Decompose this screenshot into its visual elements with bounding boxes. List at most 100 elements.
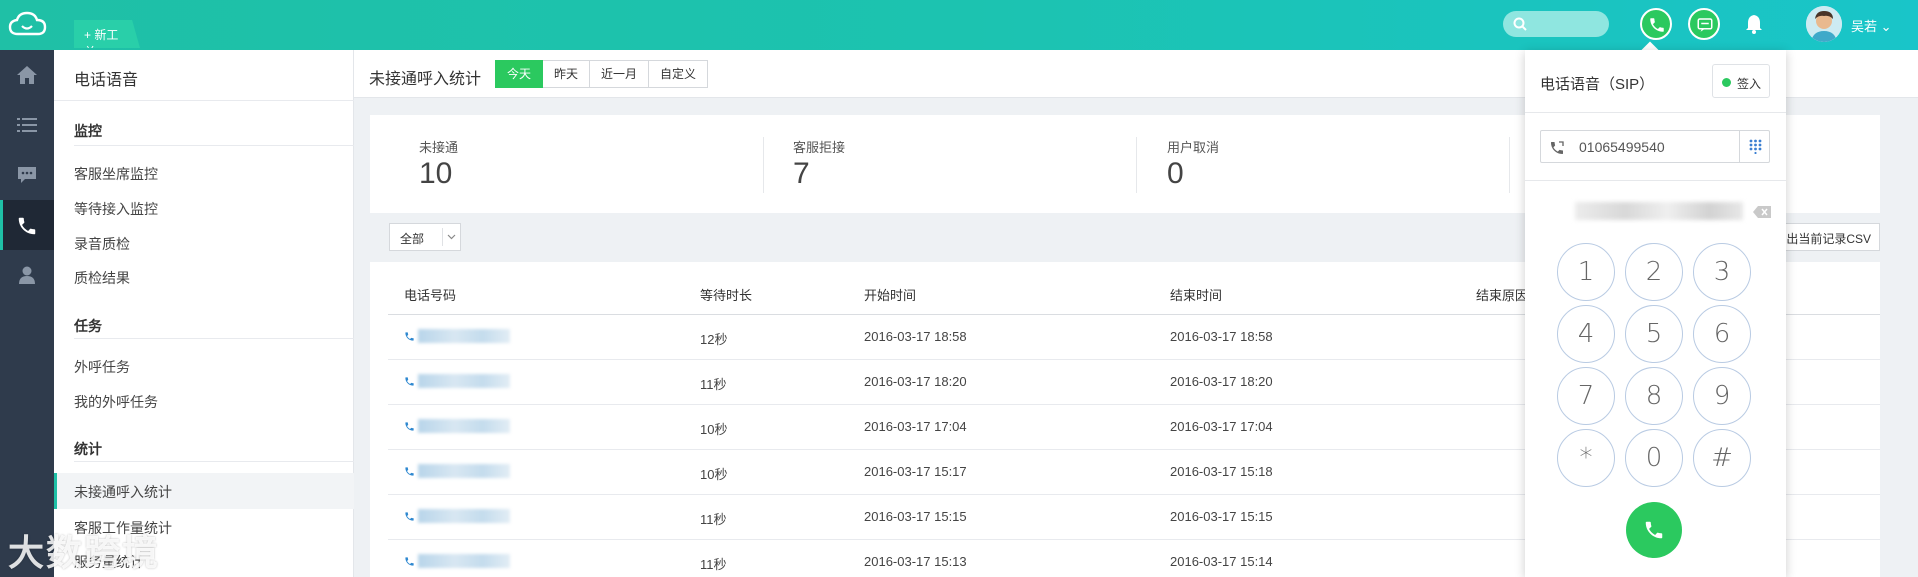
phone-number-link[interactable]: [418, 329, 510, 343]
keypad-key[interactable]: #: [1693, 429, 1751, 487]
phone-icon: [1650, 18, 1664, 32]
cell-start: 2016-03-17 15:15: [864, 509, 967, 524]
cell-end: 2016-03-17 15:14: [1170, 554, 1273, 569]
signin-button[interactable]: 签入: [1712, 64, 1770, 98]
cell-end: 2016-03-17 18:20: [1170, 374, 1273, 389]
date-range-tabs: 今天 昨天 近一月 自定义: [495, 60, 709, 88]
cell-start: 2016-03-17 18:20: [864, 374, 967, 389]
user-icon: [19, 266, 35, 284]
sidebar-item-my-outbound-tasks[interactable]: 我的外呼任务: [74, 392, 158, 412]
keypad-key[interactable]: 9: [1693, 367, 1751, 425]
sidebar-item-agent-monitor[interactable]: 客服坐席监控: [74, 164, 158, 184]
cell-end: 2016-03-17 18:58: [1170, 329, 1273, 344]
status-dot-icon: [1722, 78, 1731, 87]
phone-icon: [1645, 521, 1663, 539]
keypad-toggle-button[interactable]: [1739, 131, 1770, 162]
dialer-panel: 电话语音（SIP） 签入 01065499540 1 2 3 4 5 6 7 8 9 * 0 #: [1525, 50, 1786, 577]
phone-icon: [405, 332, 414, 341]
keypad-key[interactable]: 0: [1625, 429, 1683, 487]
caller-number-select[interactable]: 01065499540: [1540, 130, 1770, 163]
keypad-key[interactable]: 7: [1557, 367, 1615, 425]
phone-number-link[interactable]: [418, 374, 510, 388]
cell-wait: 11秒: [700, 377, 727, 392]
cell-wait: 10秒: [700, 422, 728, 437]
keypad-key[interactable]: 8: [1625, 367, 1683, 425]
keypad-key[interactable]: 3: [1693, 243, 1751, 301]
cell-end: 2016-03-17 15:18: [1170, 464, 1273, 479]
sidebar-item-outbound-tasks[interactable]: 外呼任务: [74, 357, 130, 377]
keypad-key[interactable]: 4: [1557, 305, 1615, 363]
backspace-icon[interactable]: [1753, 206, 1771, 218]
chat-icon: [1697, 18, 1713, 32]
phone-icon: [405, 422, 414, 431]
phone-number-link[interactable]: [418, 509, 510, 523]
phone-number-link[interactable]: [418, 419, 510, 433]
top-bar: + 新工单 吴若 ⌄: [0, 0, 1918, 50]
search-icon: [1513, 17, 1527, 31]
rail-chat[interactable]: [0, 150, 54, 200]
icon-rail: [0, 50, 54, 577]
filter-select[interactable]: 全部: [389, 223, 461, 251]
col-end[interactable]: 结束时间: [1170, 285, 1222, 304]
phone-icon: [18, 217, 36, 235]
rail-user[interactable]: [0, 250, 54, 300]
sidebar-item-qa-results[interactable]: 质检结果: [74, 268, 130, 288]
col-reason[interactable]: 结束原因: [1476, 285, 1528, 304]
new-ticket-button[interactable]: + 新工单: [74, 20, 140, 48]
keypad-key[interactable]: 5: [1625, 305, 1683, 363]
cell-start: 2016-03-17 17:04: [864, 419, 967, 434]
cloud-logo-icon[interactable]: [8, 10, 48, 40]
secondary-sidebar: 电话语音 监控 客服坐席监控 等待接入监控 录音质检 质检结果 任务 外呼任务 …: [54, 50, 354, 577]
sidebar-title: 电话语音: [74, 72, 139, 89]
keypad-key[interactable]: 1: [1557, 243, 1615, 301]
dial-number-input[interactable]: [1575, 202, 1743, 220]
cell-end: 2016-03-17 17:04: [1170, 419, 1273, 434]
cell-wait: 11秒: [700, 512, 727, 527]
keypad-key[interactable]: 2: [1625, 243, 1683, 301]
sidebar-item-queue-monitor[interactable]: 等待接入监控: [74, 199, 158, 219]
tab-today[interactable]: 今天: [495, 60, 544, 88]
sidebar-group-tasks: 任务: [74, 318, 102, 334]
home-icon: [17, 66, 37, 84]
rail-list[interactable]: [0, 100, 54, 150]
tab-yesterday[interactable]: 昨天: [543, 60, 591, 88]
phone-number-link[interactable]: [418, 464, 510, 478]
cell-end: 2016-03-17 15:15: [1170, 509, 1273, 524]
phone-icon: [405, 512, 414, 521]
cell-wait: 11秒: [700, 557, 727, 572]
rail-home[interactable]: [0, 50, 54, 100]
watermark: 大数跨境: [8, 532, 161, 573]
username[interactable]: 吴若 ⌄: [1851, 16, 1892, 35]
sidebar-item-missed-inbound-stats[interactable]: 未接通呼入统计: [74, 482, 172, 502]
sidebar-group-stats: 统计: [74, 441, 102, 457]
phone-button[interactable]: [1640, 8, 1672, 40]
col-start[interactable]: 开始时间: [864, 285, 916, 304]
col-wait[interactable]: 等待时长: [700, 285, 752, 304]
keypad-grid-icon: [1749, 139, 1762, 154]
sidebar-item-recording-qa[interactable]: 录音质检: [74, 234, 130, 254]
search-input[interactable]: [1503, 11, 1609, 37]
cell-start: 2016-03-17 15:13: [864, 554, 967, 569]
cell-start: 2016-03-17 15:17: [864, 464, 967, 479]
keypad-key[interactable]: 6: [1693, 305, 1751, 363]
chat-button[interactable]: [1688, 8, 1720, 40]
chevron-down-icon: [447, 234, 456, 240]
chat-icon: [18, 167, 36, 183]
call-button[interactable]: [1626, 502, 1682, 558]
tab-custom[interactable]: 自定义: [649, 60, 709, 88]
col-phone[interactable]: 电话号码: [404, 285, 456, 304]
keypad-key[interactable]: *: [1557, 429, 1615, 487]
page-title: 未接通呼入统计: [369, 71, 482, 88]
cell-start: 2016-03-17 18:58: [864, 329, 967, 344]
cell-wait: 10秒: [700, 467, 728, 482]
avatar[interactable]: [1806, 6, 1842, 42]
phone-icon: [405, 557, 414, 566]
phone-icon: [405, 467, 414, 476]
phone-number-link[interactable]: [418, 554, 510, 568]
rail-phone[interactable]: [0, 200, 54, 250]
cell-wait: 12秒: [700, 332, 728, 347]
sidebar-group-monitor: 监控: [74, 123, 102, 139]
tab-last-month[interactable]: 近一月: [590, 60, 650, 88]
bell-icon[interactable]: [1744, 13, 1764, 35]
list-icon: [17, 118, 37, 132]
